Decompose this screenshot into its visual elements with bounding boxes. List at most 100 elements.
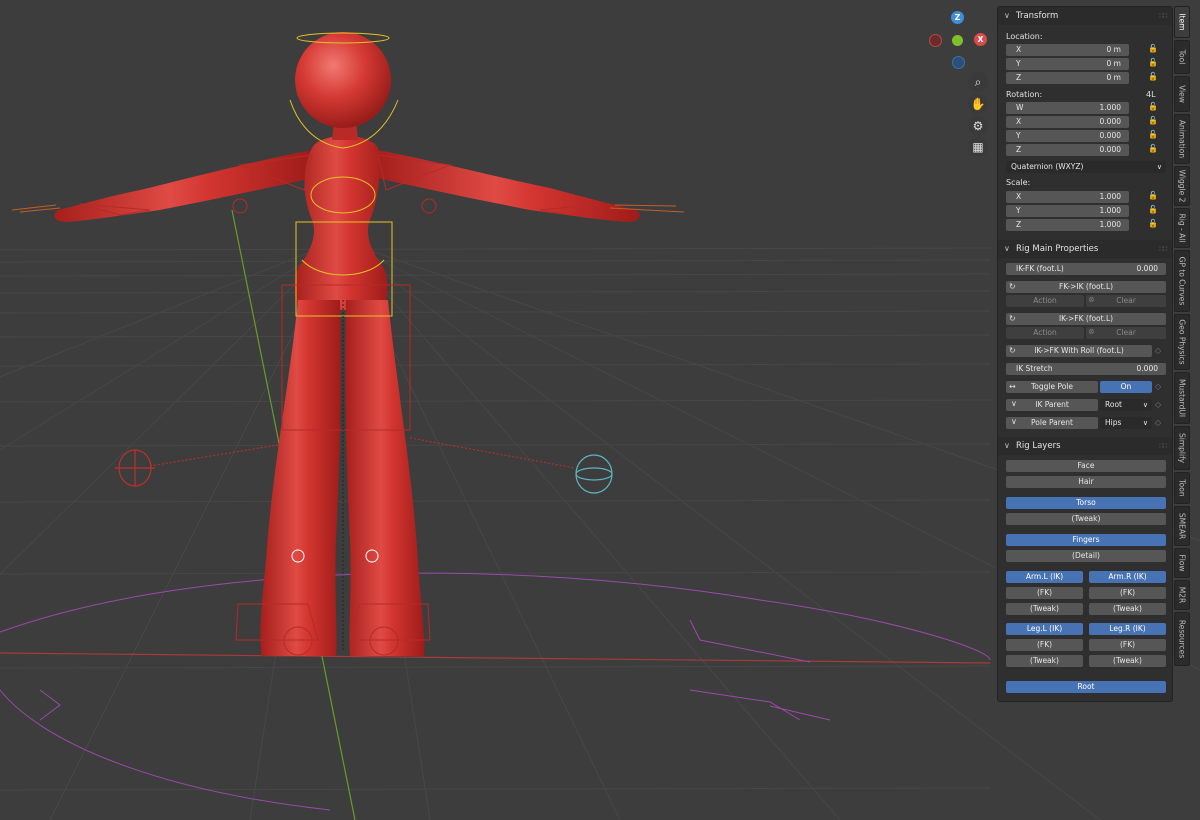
lock-icon[interactable]: 🔓 bbox=[1148, 205, 1158, 214]
action-button-2[interactable]: Action bbox=[1006, 327, 1084, 339]
lock-icon[interactable]: 🔓 bbox=[1148, 102, 1158, 111]
ikfk-slider[interactable]: IK-FK (foot.L) 0.000 bbox=[1006, 263, 1166, 275]
gizmo-x-axis[interactable]: X bbox=[974, 33, 987, 46]
tab-flow[interactable]: Flow bbox=[1174, 548, 1190, 578]
x-axis-line bbox=[0, 652, 991, 664]
toggle-pole-button[interactable]: On bbox=[1100, 381, 1152, 393]
grid-perspective-icon[interactable]: ▦ bbox=[968, 137, 988, 157]
layer-face-button[interactable]: Face bbox=[1006, 460, 1166, 472]
pole-parent-label: Pole Parent bbox=[1006, 417, 1098, 429]
layer-leg-l-fk-button[interactable]: (FK) bbox=[1006, 639, 1083, 651]
rotation-x-field[interactable]: X 0.000 bbox=[1006, 116, 1129, 128]
chevron-down-icon: ∨ bbox=[1004, 244, 1010, 253]
layer-leg-r-fk-button[interactable]: (FK) bbox=[1089, 639, 1166, 651]
layer-arm-l-tweak-button[interactable]: (Tweak) bbox=[1006, 603, 1083, 615]
pole-parent-select[interactable]: Hips ∨ bbox=[1100, 417, 1152, 429]
layer-fingers-detail-button[interactable]: (Detail) bbox=[1006, 550, 1166, 562]
tab-m2r[interactable]: M2R bbox=[1174, 580, 1190, 610]
rotation-mode-select[interactable]: Quaternion (WXYZ) ∨ bbox=[1006, 161, 1166, 173]
gizmo-neg-z-axis[interactable] bbox=[952, 56, 965, 69]
location-x-field[interactable]: X0 m bbox=[1006, 44, 1129, 56]
rotation-y-field[interactable]: Y 0.000 bbox=[1006, 130, 1129, 142]
action-button[interactable]: Action bbox=[1006, 295, 1084, 307]
transform-panel-header[interactable]: ∨ Transform ∷∷ bbox=[998, 7, 1172, 25]
gizmo-neg-x-axis[interactable] bbox=[929, 34, 942, 47]
grip-icon[interactable]: ∷∷ bbox=[1159, 7, 1167, 25]
location-y-field[interactable]: Y0 m bbox=[1006, 58, 1129, 70]
ik-parent-select[interactable]: Root ∨ bbox=[1100, 399, 1152, 411]
chevron-down-icon: ∨ bbox=[1156, 163, 1162, 171]
hand-pan-icon[interactable]: ✋ bbox=[968, 94, 988, 114]
tab-view[interactable]: View bbox=[1174, 76, 1190, 112]
keyframe-icon[interactable]: ◇ bbox=[1155, 346, 1161, 355]
gizmo-z-axis[interactable]: Z bbox=[951, 11, 964, 24]
rotation-label: Rotation: bbox=[1006, 90, 1043, 99]
fk-to-ik-button[interactable]: FK->IK (foot.L) bbox=[1006, 281, 1166, 293]
rotation-z-field[interactable]: Z 0.000 bbox=[1006, 144, 1129, 156]
layer-arm-r-fk-button[interactable]: (FK) bbox=[1089, 587, 1166, 599]
tab-gp-to-curves[interactable]: GP to Curves bbox=[1174, 250, 1190, 312]
scale-z-field[interactable]: Z 1.000 bbox=[1006, 219, 1129, 231]
grip-icon[interactable]: ∷∷ bbox=[1159, 240, 1167, 258]
layer-hair-button[interactable]: Hair bbox=[1006, 476, 1166, 488]
tab-rig-all[interactable]: Rig - All bbox=[1174, 208, 1190, 248]
keyframe-icon[interactable]: ◇ bbox=[1155, 418, 1161, 427]
close-icon: ⊗ bbox=[1088, 295, 1095, 304]
grip-icon[interactable]: ∷∷ bbox=[1159, 437, 1167, 455]
scale-x-field[interactable]: X 1.000 bbox=[1006, 191, 1129, 203]
clear-button-2[interactable]: Clear bbox=[1086, 327, 1166, 339]
rig-layers-title: Rig Layers bbox=[1016, 441, 1061, 451]
lock-icon[interactable]: 🔓 bbox=[1148, 116, 1158, 125]
layer-arm-l-fk-button[interactable]: (FK) bbox=[1006, 587, 1083, 599]
tab-geo-physics[interactable]: Geo Physics bbox=[1174, 314, 1190, 370]
camera-icon[interactable]: ⚙ bbox=[968, 116, 988, 136]
ik-fk-roll-button[interactable]: IK->FK With Roll (foot.L) bbox=[1006, 345, 1152, 357]
lock-icon[interactable]: 🔓 bbox=[1148, 219, 1158, 228]
chevron-down-icon: ∨ bbox=[1011, 417, 1017, 426]
root-control bbox=[0, 572, 991, 811]
tab-toon[interactable]: Toon bbox=[1174, 472, 1190, 504]
scale-y-field[interactable]: Y 1.000 bbox=[1006, 205, 1129, 217]
tab-mustardui[interactable]: MustardUI bbox=[1174, 372, 1190, 424]
layer-torso-button[interactable]: Torso bbox=[1006, 497, 1166, 509]
layer-torso-tweak-button[interactable]: (Tweak) bbox=[1006, 513, 1166, 525]
tab-wiggle-2[interactable]: Wiggle 2 bbox=[1174, 166, 1190, 206]
rig-main-panel-header[interactable]: ∨ Rig Main Properties ∷∷ bbox=[998, 240, 1172, 258]
chevron-down-icon: ∨ bbox=[1004, 441, 1010, 450]
ik-to-fk-button[interactable]: IK->FK (foot.L) bbox=[1006, 313, 1166, 325]
snap-icon: ↻ bbox=[1009, 282, 1016, 291]
tab-item[interactable]: Item bbox=[1174, 6, 1190, 38]
lock-icon[interactable]: 🔓 bbox=[1148, 191, 1158, 200]
tab-tool[interactable]: Tool bbox=[1174, 40, 1190, 74]
tab-resources[interactable]: Resources bbox=[1174, 612, 1190, 666]
rotation-w-field[interactable]: W 1.000 bbox=[1006, 102, 1129, 114]
layer-leg-r-tweak-button[interactable]: (Tweak) bbox=[1089, 655, 1166, 667]
layer-leg-l-ik-button[interactable]: Leg.L (IK) bbox=[1006, 623, 1083, 635]
layer-arm-l-ik-button[interactable]: Arm.L (IK) bbox=[1006, 571, 1083, 583]
layer-arm-r-ik-button[interactable]: Arm.R (IK) bbox=[1089, 571, 1166, 583]
lock-icon[interactable]: 🔓 bbox=[1148, 130, 1158, 139]
gizmo-y-axis[interactable] bbox=[952, 35, 963, 46]
rotation-4l-toggle[interactable]: 4L bbox=[1146, 90, 1156, 99]
keyframe-icon[interactable]: ◇ bbox=[1155, 400, 1161, 409]
keyframe-icon[interactable]: ◇ bbox=[1155, 382, 1161, 391]
transform-title: Transform bbox=[1016, 11, 1059, 21]
layer-fingers-button[interactable]: Fingers bbox=[1006, 534, 1166, 546]
lock-icon[interactable]: 🔓 bbox=[1148, 58, 1158, 67]
lock-icon[interactable]: 🔓 bbox=[1148, 72, 1158, 81]
layer-leg-l-tweak-button[interactable]: (Tweak) bbox=[1006, 655, 1083, 667]
clear-button[interactable]: Clear bbox=[1086, 295, 1166, 307]
tab-animation[interactable]: Animation bbox=[1174, 114, 1190, 164]
location-z-field[interactable]: Z0 m bbox=[1006, 72, 1129, 84]
layer-root-button[interactable]: Root bbox=[1006, 681, 1166, 693]
ik-stretch-slider[interactable]: IK Stretch 0.000 bbox=[1006, 363, 1166, 375]
lock-icon[interactable]: 🔓 bbox=[1148, 44, 1158, 53]
snap-icon: ↻ bbox=[1009, 314, 1016, 323]
rig-layers-panel-header[interactable]: ∨ Rig Layers ∷∷ bbox=[998, 437, 1172, 455]
tab-smear[interactable]: SMEAR bbox=[1174, 506, 1190, 546]
tab-simplify[interactable]: Simplify bbox=[1174, 426, 1190, 470]
lock-icon[interactable]: 🔓 bbox=[1148, 144, 1158, 153]
layer-arm-r-tweak-button[interactable]: (Tweak) bbox=[1089, 603, 1166, 615]
zoom-icon[interactable]: ⌕ bbox=[968, 72, 988, 92]
layer-leg-r-ik-button[interactable]: Leg.R (IK) bbox=[1089, 623, 1166, 635]
